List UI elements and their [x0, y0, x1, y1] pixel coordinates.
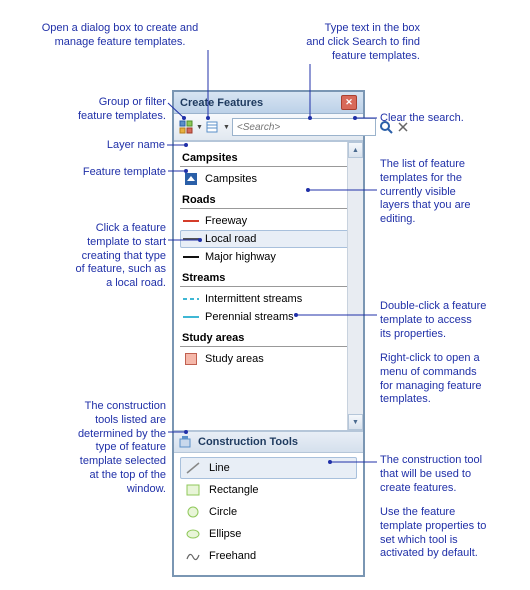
template-label: Study areas — [205, 353, 264, 365]
line-symbol-icon — [183, 215, 199, 227]
freehand-tool-icon — [185, 549, 201, 563]
tool-label: Rectangle — [209, 484, 259, 496]
tools-list: Line Rectangle Circle Ellipse Freehand — [174, 453, 363, 575]
group-filter-button[interactable] — [178, 117, 194, 137]
tool-item-ellipse[interactable]: Ellipse — [180, 523, 357, 545]
template-item[interactable]: Local road — [180, 230, 357, 248]
template-label: Local road — [205, 233, 256, 245]
construction-tools-title: Construction Tools — [198, 436, 298, 448]
annot-rightclick: Right-click to open amenu of commandsfor… — [380, 352, 510, 407]
annot-organize: Open a dialog box to create andmanage fe… — [10, 22, 230, 50]
tool-label: Freehand — [209, 550, 256, 562]
toolbar: ▼ ▼ — [174, 114, 363, 141]
tool-item-rect[interactable]: Rectangle — [180, 479, 357, 501]
window-title: Create Features — [180, 97, 341, 109]
layer-heading: Study areas — [180, 326, 357, 347]
annot-filter: Group or filterfeature templates. — [46, 96, 166, 124]
layer-heading: Roads — [180, 188, 357, 209]
annot-search: Type text in the boxand click Search to … — [290, 22, 420, 63]
annot-tool-current: The construction toolthat will be used t… — [380, 454, 510, 495]
construction-tools-header[interactable]: Construction Tools — [174, 431, 363, 453]
annot-list: The list of featuretemplates for thecurr… — [380, 158, 510, 227]
scroll-down-icon[interactable]: ▼ — [348, 414, 363, 430]
layer-heading: Campsites — [180, 146, 357, 167]
template-item[interactable]: Study areas — [180, 350, 357, 368]
annot-click: Click a featuretemplate to startcreating… — [56, 222, 166, 291]
tool-item-line[interactable]: Line — [180, 457, 357, 479]
ellipse-tool-icon — [185, 527, 201, 541]
annot-clear: Clear the search. — [380, 112, 464, 126]
annot-template: Feature template — [70, 166, 166, 180]
close-icon[interactable]: ✕ — [341, 95, 357, 110]
tool-label: Circle — [209, 506, 237, 518]
tools-icon — [179, 435, 193, 449]
annot-default-tool: Use the featuretemplate properties toset… — [380, 506, 520, 561]
template-label: Freeway — [205, 215, 247, 227]
point-symbol-icon — [183, 173, 199, 185]
tool-label: Ellipse — [209, 528, 241, 540]
template-label: Major highway — [205, 251, 276, 263]
template-item[interactable]: Intermittent streams — [180, 290, 357, 308]
tool-item-circle[interactable]: Circle — [180, 501, 357, 523]
titlebar[interactable]: Create Features ✕ — [174, 92, 363, 114]
line-symbol-icon — [183, 251, 199, 263]
layer-heading: Streams — [180, 266, 357, 287]
template-item[interactable]: Major highway — [180, 248, 357, 266]
scrollbar[interactable]: ▲ ▼ — [347, 142, 363, 430]
organize-templates-button[interactable] — [205, 117, 221, 137]
scroll-up-icon[interactable]: ▲ — [348, 142, 363, 158]
circle-tool-icon — [185, 505, 201, 519]
template-label: Intermittent streams — [205, 293, 302, 305]
line-symbol-icon — [183, 233, 199, 245]
templates-list: Campsites Campsites Roads Freeway Local road… — [174, 141, 363, 431]
template-label: Perennial streams — [205, 311, 294, 323]
template-item[interactable]: Freeway — [180, 212, 357, 230]
search-input[interactable] — [232, 118, 376, 136]
tool-label: Line — [209, 462, 230, 474]
line-symbol-icon — [183, 311, 199, 323]
template-label: Campsites — [205, 173, 257, 185]
annot-dblclick: Double-click a featuretemplate to access… — [380, 300, 510, 341]
create-features-panel: Create Features ✕ ▼ ▼ CampsitesCampsites… — [172, 90, 365, 577]
square-symbol-icon — [183, 353, 199, 365]
line-tool-icon — [185, 461, 201, 475]
annot-layer: Layer name — [100, 139, 165, 153]
organize-dropdown-icon[interactable]: ▼ — [223, 124, 230, 131]
rect-tool-icon — [185, 483, 201, 497]
group-filter-dropdown-icon[interactable]: ▼ — [196, 124, 203, 131]
template-item[interactable]: Perennial streams — [180, 308, 357, 326]
tool-item-freehand[interactable]: Freehand — [180, 545, 357, 567]
annot-tools: The constructiontools listed aredetermin… — [60, 400, 166, 496]
scroll-track[interactable] — [348, 158, 363, 414]
dash-symbol-icon — [183, 293, 199, 305]
template-item[interactable]: Campsites — [180, 170, 357, 188]
